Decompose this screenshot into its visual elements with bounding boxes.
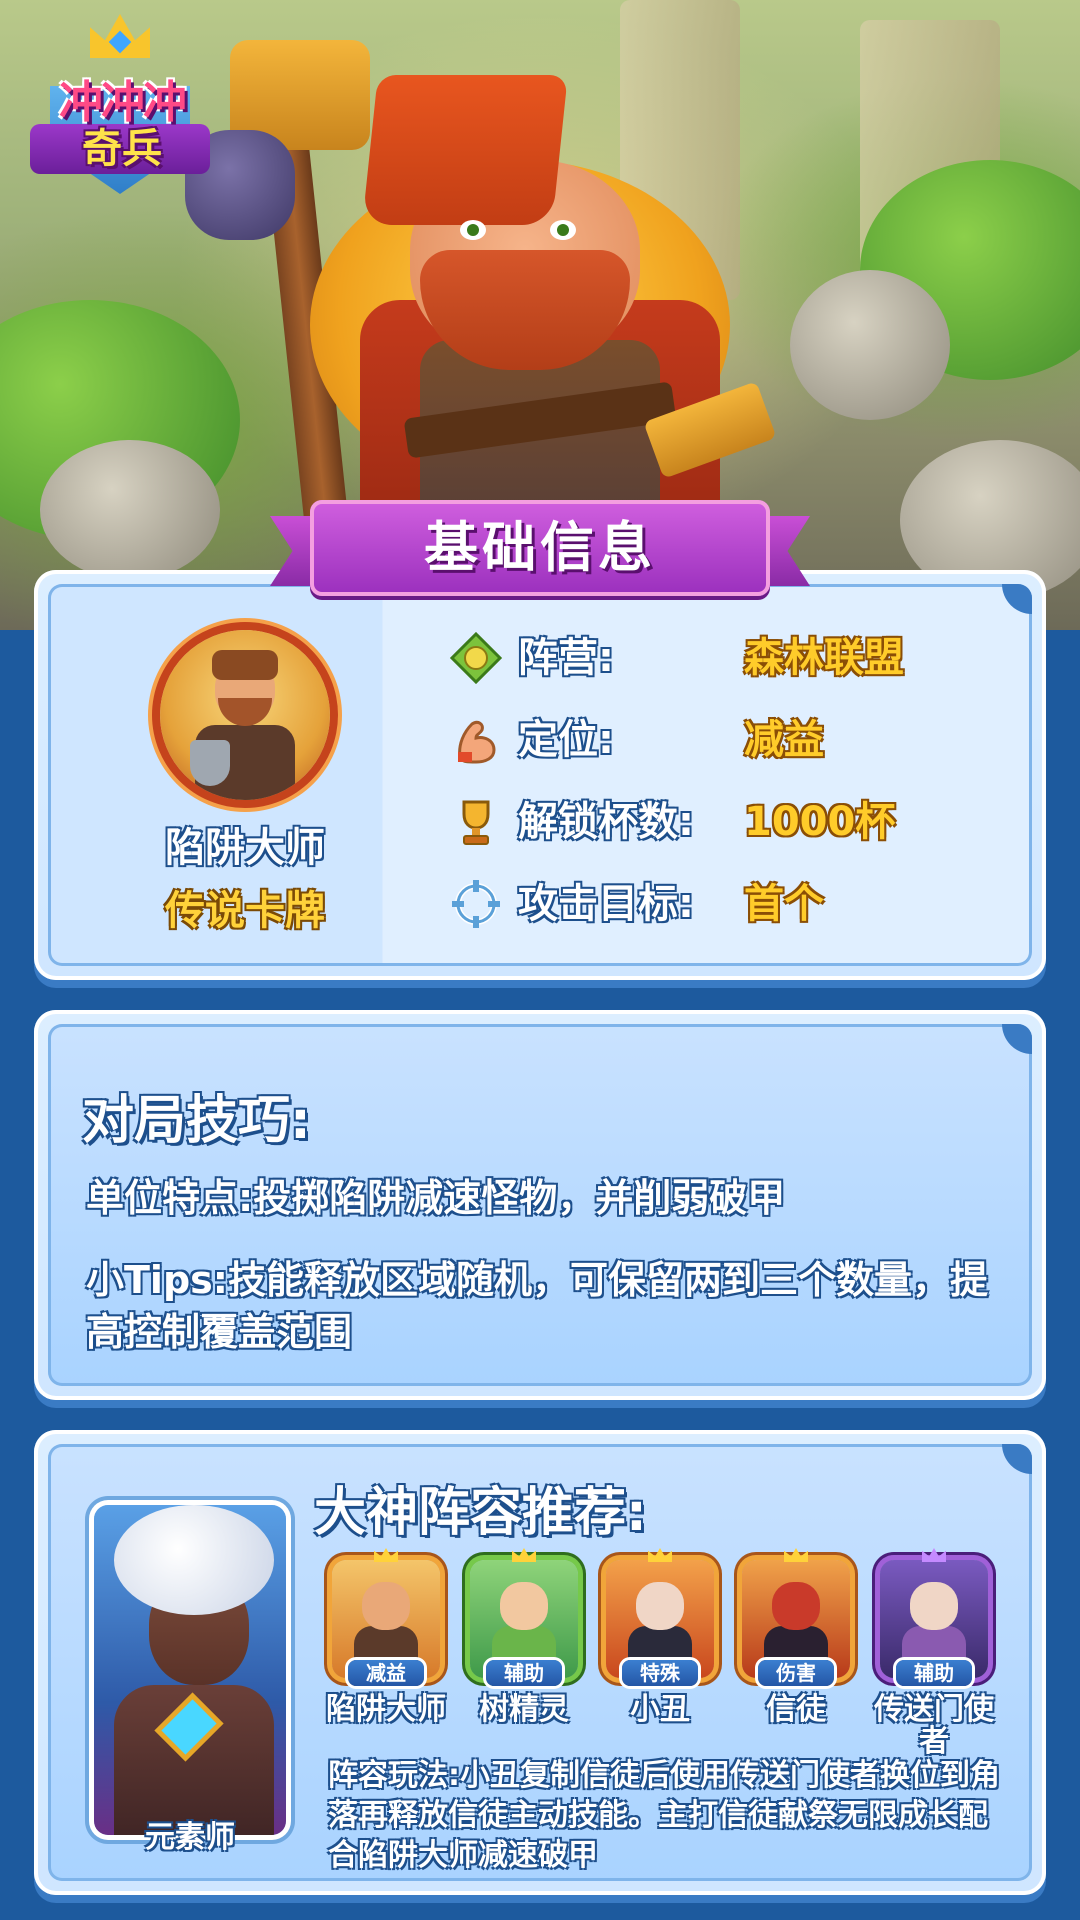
lineup-unit: 减益 陷阱大师 bbox=[326, 1548, 446, 1740]
avatar-beard bbox=[218, 698, 272, 726]
info-value: 森林联盟 bbox=[744, 635, 904, 681]
card-name: 陷阱大师 bbox=[165, 825, 325, 871]
info-row-role: 定位: 减益 bbox=[450, 710, 1010, 770]
unit-role-tag: 辅助 bbox=[896, 1660, 972, 1686]
info-row-target: 攻击目标: 首个 bbox=[450, 874, 1010, 934]
eye bbox=[460, 220, 486, 240]
tips-title: 对局技巧: bbox=[82, 1091, 311, 1151]
faction-icon bbox=[450, 632, 502, 684]
feat-hair bbox=[114, 1505, 274, 1615]
muscle-icon bbox=[458, 720, 496, 764]
section-banner: 基础信息 bbox=[270, 500, 810, 600]
info-label: 攻击目标: bbox=[518, 881, 694, 927]
unit-role-tag: 减益 bbox=[348, 1660, 424, 1686]
unit-role-tag: 特殊 bbox=[622, 1660, 698, 1686]
unit-head bbox=[636, 1582, 684, 1630]
card-rarity: 传说卡牌 bbox=[165, 888, 325, 934]
info-row-trophies: 解锁杯数: 1000杯 bbox=[450, 792, 1010, 852]
info-row-faction: 阵营: 森林联盟 bbox=[450, 628, 1010, 688]
logo-text-line2: 奇兵 bbox=[82, 126, 162, 172]
target-icon bbox=[452, 880, 500, 928]
hair bbox=[362, 75, 568, 225]
featured-card-elementalist bbox=[94, 1505, 286, 1835]
info-label: 定位: bbox=[518, 717, 614, 763]
unit-feature-text: 单位特点:投掷陷阱减速怪物，并削弱破甲 bbox=[86, 1176, 786, 1220]
info-label: 解锁杯数: bbox=[518, 799, 694, 845]
lineup-unit: 伤害 信徒 bbox=[736, 1548, 856, 1740]
trophy-icon bbox=[462, 800, 490, 845]
unit-head bbox=[362, 1582, 410, 1630]
lineup-unit: 辅助 树精灵 bbox=[464, 1548, 584, 1740]
unit-head bbox=[772, 1582, 820, 1630]
lineup-unit: 辅助 传送门使者 bbox=[874, 1548, 994, 1758]
game-logo: 冲冲冲 奇兵 bbox=[30, 14, 210, 194]
unit-head bbox=[910, 1582, 958, 1630]
unit-name: 信徒 bbox=[766, 1692, 826, 1727]
avatar-hair bbox=[212, 650, 278, 680]
lineup-unit: 特殊 小丑 bbox=[600, 1548, 720, 1740]
lineup-title: 大神阵容推荐: bbox=[314, 1483, 647, 1543]
featured-card-name: 元素师 bbox=[145, 1820, 235, 1855]
section-title: 基础信息 bbox=[424, 516, 656, 579]
info-value: 减益 bbox=[744, 717, 824, 763]
unit-name: 传送门使者 bbox=[874, 1692, 994, 1759]
unit-role-tag: 辅助 bbox=[486, 1660, 562, 1686]
shovel-icon bbox=[190, 740, 230, 786]
eye bbox=[550, 220, 576, 240]
unit-head bbox=[500, 1582, 548, 1630]
info-value: 1000杯 bbox=[744, 799, 896, 845]
tips-text: 小Tips:技能释放区域随机，可保留两到三个数量，提高控制覆盖范围 bbox=[86, 1258, 988, 1354]
info-value: 首个 bbox=[744, 881, 824, 927]
card-avatar bbox=[160, 630, 330, 800]
info-label: 阵营: bbox=[518, 635, 614, 681]
unit-role-tag: 伤害 bbox=[758, 1660, 834, 1686]
lineup-strategy-text: 阵容玩法:小丑复制信徒后使用传送门使者换位到角落再释放信徒主动技能。主打信徒献祭… bbox=[328, 1758, 1000, 1873]
bg-rock bbox=[40, 440, 220, 580]
unit-name: 陷阱大师 bbox=[326, 1692, 446, 1727]
